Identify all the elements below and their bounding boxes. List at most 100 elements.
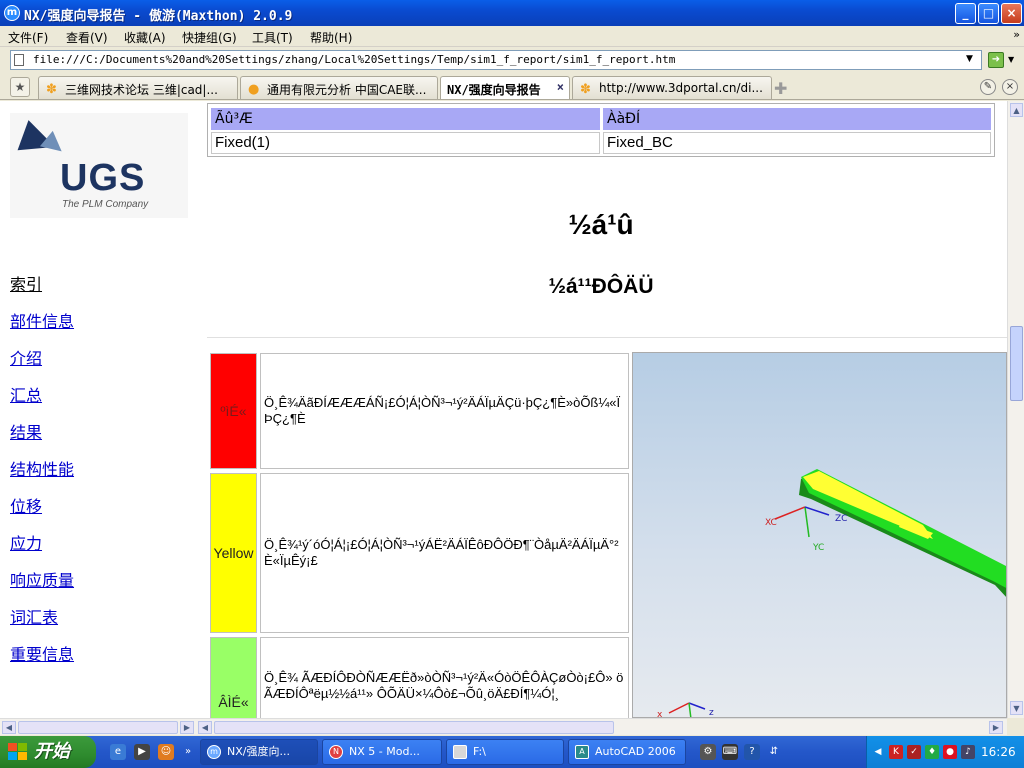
flower-icon: ✽ — [580, 82, 591, 97]
address-input[interactable]: file:///C:/Documents%20and%20Settings/zh… — [10, 50, 982, 70]
close-tab-icon[interactable]: × — [557, 80, 564, 94]
maxthon-icon: m — [207, 745, 221, 759]
scroll-thumb-left[interactable] — [18, 721, 178, 734]
menu-groups[interactable]: 快捷组(G) — [182, 29, 237, 46]
quicklaunch-more-icon[interactable]: » — [180, 744, 196, 760]
stress-plot-svg: XC YC ZC x z — [657, 469, 1006, 718]
quicklaunch-media-icon[interactable]: ▶ — [134, 744, 150, 760]
new-tab-icon[interactable]: ✚ — [774, 79, 787, 98]
axis-label: ZC — [835, 514, 847, 524]
nav-link-stress[interactable]: 应力 — [10, 530, 42, 554]
table-header: Ãû³Æ — [211, 108, 600, 130]
task-label: NX/强度向... — [227, 745, 290, 758]
logo-quadrant — [18, 743, 27, 751]
legend-swatch-yellow: Yellow — [210, 473, 257, 633]
horizontal-scrollbar[interactable]: ◀ ▶ ◀ ▶ — [0, 718, 1007, 735]
quicklaunch-ie-icon[interactable]: e — [110, 744, 126, 760]
task-nx5[interactable]: N NX 5 - Mod... — [322, 739, 442, 765]
menu-tools[interactable]: 工具(T) — [252, 29, 293, 46]
wrench-icon[interactable]: ✎ — [980, 79, 996, 95]
section-heading-results: ½á¹û — [568, 209, 634, 240]
page-content[interactable]: UGS The PLM Company 索引 部件信息 介绍 汇总 结果 结构性… — [0, 101, 1007, 718]
axis-label: XC — [765, 518, 777, 528]
scroll-right-icon[interactable]: ▶ — [989, 721, 1003, 734]
windows-logo-icon — [8, 743, 28, 761]
close-all-icon[interactable]: × — [1002, 79, 1018, 95]
chevron-down-icon[interactable]: ▼ — [966, 54, 973, 64]
security-icon[interactable]: ✓ — [907, 745, 921, 759]
nav-link-summary[interactable]: 汇总 — [10, 382, 42, 406]
divider — [207, 337, 1007, 338]
go-dropdown-icon[interactable]: ▼ — [1008, 55, 1014, 64]
title-bar[interactable]: m NX/强度向导报告 - 傲游(Maxthon) 2.0.9 _ □ × — [0, 0, 1024, 26]
logo-quadrant — [18, 752, 27, 760]
legend-description: Ö¸Ê¾ÄãÐÍÆÆÆÁÑ¡£Ó¦Á¦ÒÑ³¬¹ý²ÄÁÏµÄÇü·þÇ¿¶È»… — [260, 353, 629, 469]
nav-link-response-quality[interactable]: 响应质量 — [10, 567, 74, 591]
go-icon[interactable]: ➜ — [988, 52, 1004, 68]
chevron-right-icon[interactable]: » — [1013, 28, 1020, 41]
keyboard-icon[interactable]: ⌨ — [722, 744, 738, 760]
tray-expand-icon[interactable]: ◀ — [871, 745, 885, 759]
nx-icon: N — [329, 745, 343, 759]
logo-quadrant — [8, 752, 17, 760]
nav-link-results[interactable]: 结果 — [10, 419, 42, 443]
table-cell: Fixed(1) — [211, 132, 600, 154]
scroll-up-icon[interactable]: ▲ — [1010, 103, 1023, 117]
maximize-button[interactable]: □ — [978, 3, 999, 24]
stress-plot-render: XC YC ZC x z — [632, 352, 1007, 718]
legend-description: Ö¸Ê¾¹ý´óÓ¦Á¦¡£Ó¦Á¦ÒÑ³¬¹ýÁË²ÄÁÏÊôÐÔÖÐ¶¨Òå… — [260, 473, 629, 633]
task-maxthon[interactable]: m NX/强度向... — [200, 739, 318, 765]
menu-view[interactable]: 查看(V) — [66, 29, 108, 46]
tab-cae-forum[interactable]: ● 通用有限元分析 中国CAE联... — [240, 76, 438, 99]
axis-yc — [804, 506, 810, 538]
tray-app-icon[interactable]: ⚙ — [700, 744, 716, 760]
tab-nx-report[interactable]: NX/强度向导报告 × — [440, 76, 570, 99]
menu-favorites[interactable]: 收藏(A) — [124, 29, 166, 46]
window-title: NX/强度向导报告 - 傲游(Maxthon) 2.0.9 — [24, 9, 293, 24]
scroll-right-icon[interactable]: ▶ — [180, 721, 194, 734]
legend-description: Ö¸Ê¾ ÃÆÐÍÔÐÒÑÆÆËð»òÒÑ³¬¹ý²Ä«ÓòÖÊÔÀÇøÒò¡£… — [260, 637, 629, 718]
vertical-scrollbar[interactable]: ▲ ▼ — [1007, 101, 1024, 718]
scroll-left-icon[interactable]: ◀ — [198, 721, 212, 734]
nav-link-displacement[interactable]: 位移 — [10, 493, 42, 517]
menu-help[interactable]: 帮助(H) — [310, 29, 352, 46]
maxthon-icon[interactable]: m — [4, 5, 20, 21]
scroll-corner — [1007, 718, 1024, 735]
ugs-logo: UGS The PLM Company — [10, 113, 188, 218]
scroll-down-icon[interactable]: ▼ — [1010, 701, 1023, 715]
nav-link-part-info[interactable]: 部件信息 — [10, 308, 74, 332]
task-folder[interactable]: F:\ — [446, 739, 564, 765]
scroll-thumb-main[interactable] — [214, 721, 614, 734]
nav-link-structural-performance[interactable]: 结构性能 — [10, 456, 74, 480]
scroll-thumb[interactable] — [1010, 326, 1023, 401]
legend-swatch-red: ºìÉ« — [210, 353, 257, 469]
language-icon[interactable]: ⇵ — [766, 744, 782, 760]
flower-icon: ✽ — [46, 82, 57, 97]
nav-link-important-info[interactable]: 重要信息 — [10, 641, 74, 665]
network-icon[interactable]: ♦ — [925, 745, 939, 759]
tab-3dportal-forum[interactable]: ✽ 三维网技术论坛 三维|cad|... — [38, 76, 238, 99]
task-label: F:\ — [473, 745, 486, 758]
antivirus-icon[interactable]: K — [889, 745, 903, 759]
nav-heading: 索引 — [10, 275, 43, 294]
tab-3dportal-url[interactable]: ✽ http://www.3dportal.cn/di... — [572, 76, 772, 99]
tab-label: 通用有限元分析 中国CAE联... — [267, 83, 427, 97]
close-button[interactable]: × — [1001, 3, 1022, 24]
drive-icon — [453, 745, 467, 759]
tray-app-icon[interactable]: ● — [943, 745, 957, 759]
menu-file[interactable]: 文件(F) — [8, 29, 48, 46]
axis-xc — [774, 506, 806, 520]
tab-label: NX/强度向导报告 — [447, 83, 541, 97]
start-button[interactable]: 开始 — [0, 736, 96, 768]
triad-label: z — [709, 708, 714, 718]
task-label: NX 5 - Mod... — [349, 745, 420, 758]
quicklaunch-app-icon[interactable]: ☺ — [158, 744, 174, 760]
scroll-left-icon[interactable]: ◀ — [2, 721, 16, 734]
minimize-button[interactable]: _ — [955, 3, 976, 24]
favorites-star-icon[interactable]: ★ — [10, 77, 30, 97]
nav-link-introduction[interactable]: 介绍 — [10, 345, 42, 369]
help-icon[interactable]: ? — [744, 744, 760, 760]
nav-link-glossary[interactable]: 词汇表 — [10, 604, 58, 628]
volume-icon[interactable]: ♪ — [961, 745, 975, 759]
task-autocad[interactable]: A AutoCAD 2006 — [568, 739, 686, 765]
